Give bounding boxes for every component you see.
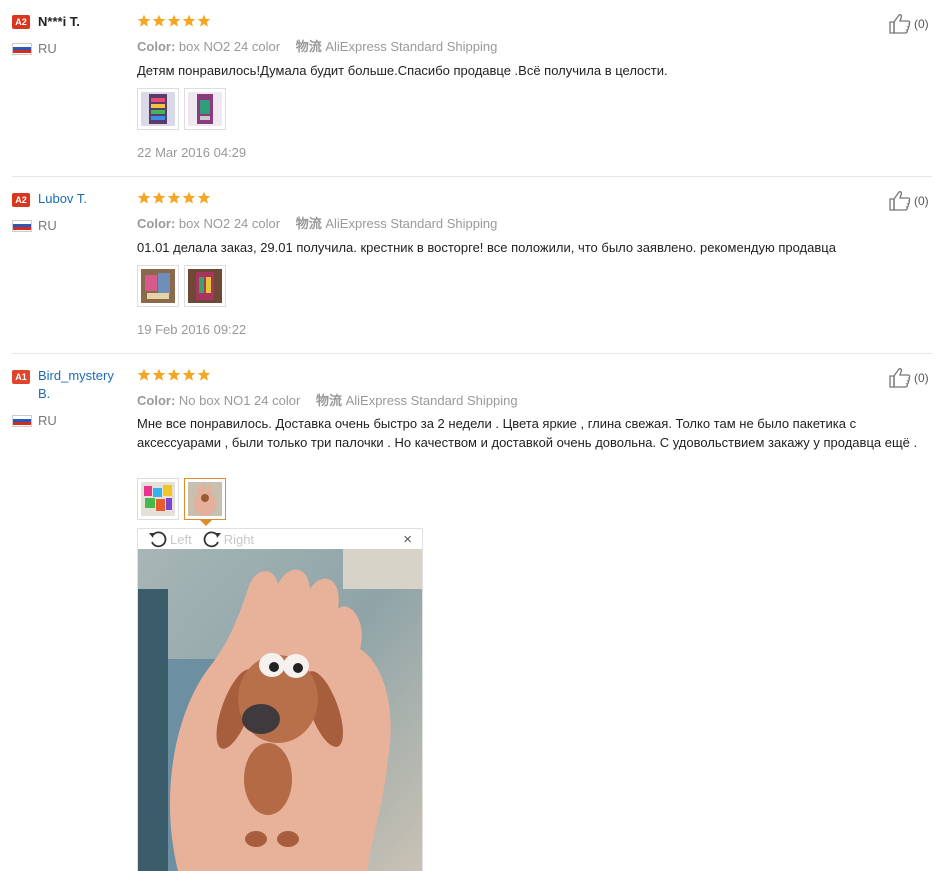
photo-thumbnail-image	[188, 92, 222, 126]
review-photos	[137, 265, 226, 307]
color-label: Color:	[137, 216, 176, 231]
review-divider	[12, 353, 932, 354]
review-meta: Color: No box NO1 24 color 物流 AliExpress…	[137, 390, 518, 409]
star-icon	[152, 14, 166, 27]
star-icon	[182, 191, 196, 204]
reviewer-name[interactable]: N***i T.	[38, 13, 80, 31]
shipping-value: AliExpress Standard Shipping	[345, 393, 518, 408]
star-icon	[197, 14, 211, 27]
photo-thumbnail-image	[188, 269, 222, 303]
review-meta: Color: box NO2 24 color 物流 AliExpress St…	[137, 36, 497, 55]
shipping-value: AliExpress Standard Shipping	[325, 39, 498, 54]
review-text: Детям понравилось!Думала будит больше.Сп…	[137, 63, 668, 78]
review-text: 01.01 делала заказ, 29.01 получила. крес…	[137, 240, 836, 255]
star-icon	[167, 368, 181, 381]
like-count: (0)	[914, 194, 929, 208]
review-photo-thumbnail[interactable]	[137, 265, 179, 307]
thumbs-up-icon	[889, 368, 911, 388]
like-count: (0)	[914, 371, 929, 385]
review-text: Мне все понравилось. Доставка очень быст…	[137, 416, 918, 450]
star-icon	[182, 14, 196, 27]
reviewer-country: RU	[12, 41, 57, 56]
rotate-right-label: Right	[223, 531, 255, 547]
viewer-toolbar: Left Right ×	[138, 529, 422, 549]
like-button[interactable]: (0)	[888, 190, 929, 212]
color-value: box NO2 24 color	[178, 39, 281, 54]
buyer-level-badge: A2	[12, 15, 30, 29]
rotate-right-icon	[203, 531, 221, 548]
star-rating	[137, 14, 211, 28]
buyer-level-badge: A1	[12, 370, 30, 384]
star-rating	[137, 191, 211, 205]
like-count: (0)	[914, 17, 929, 31]
country-code: RU	[38, 413, 57, 428]
color-label: Color:	[137, 39, 176, 54]
review-photos	[137, 478, 226, 526]
close-icon[interactable]: ×	[403, 531, 412, 548]
rotate-left-label: Left	[170, 531, 192, 547]
review-photo-thumbnail[interactable]	[137, 88, 179, 130]
review-date: 22 Mar 2016 04:29	[137, 145, 247, 160]
reviewer-country: RU	[12, 413, 57, 428]
reviewer-country: RU	[12, 218, 57, 233]
shipping-label: 物流	[295, 39, 322, 54]
reviewer-name[interactable]: Bird_mystery B.	[38, 367, 128, 403]
star-icon	[137, 368, 151, 381]
review-meta: Color: box NO2 24 color 物流 AliExpress St…	[137, 213, 497, 232]
russia-flag-icon	[12, 219, 32, 232]
thumbs-up-icon	[889, 191, 911, 211]
enlarged-review-photo	[138, 549, 422, 871]
photo-viewer: Left Right ×	[137, 528, 423, 871]
star-icon	[197, 368, 211, 381]
thumbs-up-icon	[889, 14, 911, 34]
review-photo-thumbnail[interactable]	[184, 265, 226, 307]
clay-dog-photo	[138, 549, 422, 871]
star-icon	[197, 191, 211, 204]
star-rating	[137, 368, 211, 382]
rotate-left-icon	[149, 531, 167, 548]
photo-thumbnail-image	[141, 482, 175, 516]
review-photo-thumbnail[interactable]	[137, 478, 179, 520]
star-icon	[182, 368, 196, 381]
shipping-label: 物流	[315, 393, 342, 408]
star-icon	[167, 191, 181, 204]
star-icon	[152, 191, 166, 204]
color-value: No box NO1 24 color	[178, 393, 301, 408]
buyer-level-badge: A2	[12, 193, 30, 207]
rotate-right-button[interactable]: Right	[202, 530, 254, 548]
review-photos	[137, 88, 226, 130]
shipping-value: AliExpress Standard Shipping	[325, 216, 498, 231]
star-icon	[137, 191, 151, 204]
reviewer-name[interactable]: Lubov T.	[38, 190, 87, 208]
like-button[interactable]: (0)	[888, 13, 929, 35]
russia-flag-icon	[12, 414, 32, 427]
country-code: RU	[38, 41, 57, 56]
color-label: Color:	[137, 393, 176, 408]
review-divider	[12, 176, 932, 177]
star-icon	[137, 14, 151, 27]
photo-thumbnail-image	[188, 482, 222, 516]
photo-thumbnail-image	[141, 92, 175, 126]
review-photo-thumbnail-active[interactable]	[184, 478, 226, 526]
russia-flag-icon	[12, 42, 32, 55]
photo-thumbnail-image	[141, 269, 175, 303]
star-icon	[167, 14, 181, 27]
color-value: box NO2 24 color	[178, 216, 281, 231]
review-photo-thumbnail[interactable]	[184, 88, 226, 130]
review-date: 19 Feb 2016 09:22	[137, 322, 247, 337]
rotate-left-button[interactable]: Left	[148, 530, 192, 548]
like-button[interactable]: (0)	[888, 367, 929, 389]
country-code: RU	[38, 218, 57, 233]
shipping-label: 物流	[295, 216, 322, 231]
star-icon	[152, 368, 166, 381]
